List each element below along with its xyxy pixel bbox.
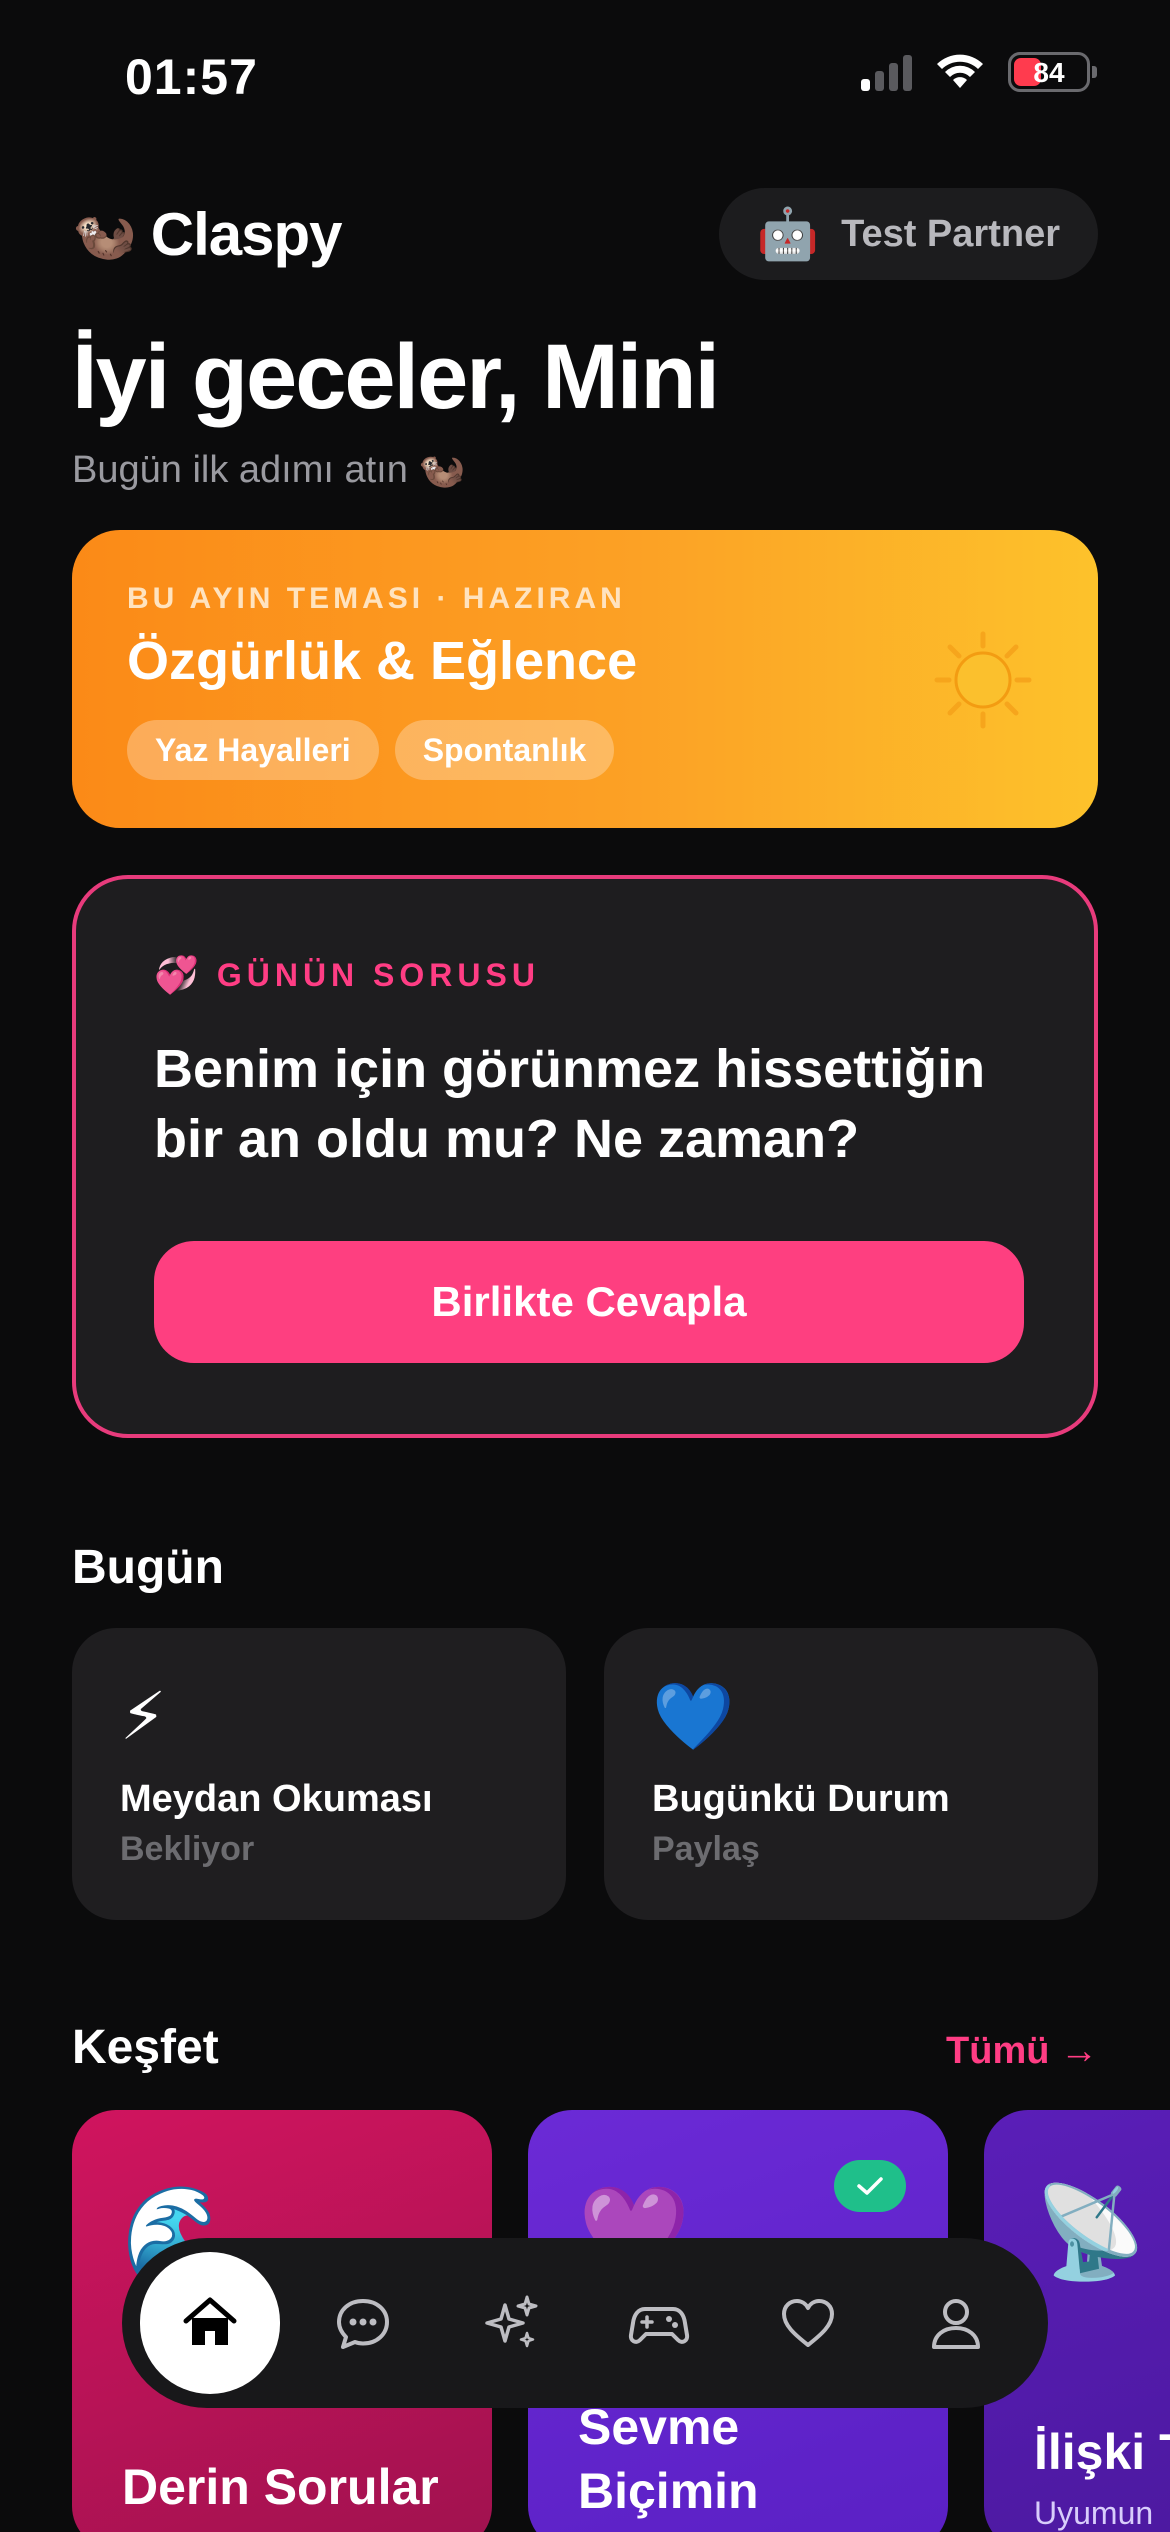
discover-card-title: Derin Sorular	[122, 2459, 439, 2515]
tab-chat[interactable]	[288, 2253, 436, 2393]
gamepad-icon	[629, 2307, 690, 2344]
daily-question-text: Benim için görünmez hissettiğin bir an o…	[154, 1039, 986, 1169]
challenge-status: Bekliyor	[120, 1830, 255, 1868]
discover-card-subtitle: Uyumun	[1034, 2495, 1154, 2531]
today-section-title: Bugün	[72, 1541, 224, 1594]
mood-status: Paylaş	[652, 1830, 760, 1868]
wifi-icon	[937, 54, 983, 88]
cellular-signal-icon	[861, 53, 912, 91]
partner-button[interactable]: 🤖 Test Partner	[718, 188, 1098, 280]
completed-check-icon	[834, 2160, 906, 2212]
greeting-title: İyi geceler, Mini	[72, 326, 720, 428]
battery-icon: 84	[1008, 52, 1097, 92]
answer-together-button[interactable]: Birlikte Cevapla	[154, 1241, 1024, 1363]
partner-label: Test Partner	[841, 212, 1060, 255]
challenge-title: Meydan Okuması	[120, 1778, 433, 1820]
theme-tag[interactable]: Spontanlık	[394, 720, 615, 780]
discover-card-title: Sevme Biçimin	[578, 2399, 759, 2519]
see-all-link[interactable]: Tümü →	[946, 2030, 1098, 2073]
tab-profile[interactable]	[882, 2253, 1030, 2393]
heart-icon	[781, 2299, 834, 2347]
lightning-icon: ⚡	[120, 1679, 167, 1753]
satellite-dish-icon: 📡	[1034, 2183, 1147, 2283]
app-brand: 🦦 Claspy	[72, 200, 343, 269]
theme-eyebrow: BU AYIN TEMASI · HAZIRAN	[127, 582, 626, 615]
theme-tags: Yaz Hayalleri Spontanlık	[127, 720, 615, 780]
daily-question-card: 💞 GÜNÜN SORUSU Benim için görünmez hisse…	[72, 875, 1098, 1438]
chat-icon	[336, 2299, 389, 2349]
challenge-card[interactable]: ⚡ Meydan Okuması Bekliyor	[72, 1628, 566, 1920]
monthly-theme-card[interactable]: BU AYIN TEMASI · HAZIRAN Özgürlük & Eğle…	[72, 530, 1098, 828]
sun-icon	[934, 631, 1032, 729]
tab-sparkles[interactable]	[437, 2253, 585, 2393]
theme-title: Özgürlük & Eğlence	[127, 631, 638, 691]
daily-question-eyebrow: 💞 GÜNÜN SORUSU	[154, 954, 540, 996]
battery-level: 84	[1033, 57, 1065, 88]
bottom-tab-bar	[122, 2238, 1048, 2408]
sparkles-icon	[485, 2295, 538, 2348]
tab-home[interactable]	[140, 2252, 281, 2394]
status-indicators: 84	[861, 52, 1097, 92]
mood-card[interactable]: 💙 Bugünkü Durum Paylaş	[604, 1628, 1098, 1920]
daily-question-label: GÜNÜN SORUSU	[216, 956, 540, 993]
two-hearts-icon: 💞	[154, 954, 199, 995]
app-name: Claspy	[150, 201, 343, 268]
greeting-subtitle: Bugün ilk adımı atın 🦦	[72, 449, 466, 491]
robot-icon: 🤖	[756, 205, 820, 262]
profile-icon	[931, 2299, 980, 2349]
otter-logo-icon: 🦦	[72, 206, 137, 264]
mood-title: Bugünkü Durum	[652, 1778, 950, 1820]
discover-card-title: İlişki T	[1034, 2424, 1170, 2480]
home-icon	[183, 2297, 237, 2345]
tab-games[interactable]	[585, 2253, 733, 2393]
status-time: 01:57	[125, 49, 258, 105]
theme-tag[interactable]: Yaz Hayalleri	[127, 720, 379, 780]
discover-section-title: Keşfet	[72, 2021, 219, 2074]
blue-heart-icon: 💙	[652, 1679, 735, 1753]
tab-favorites[interactable]	[733, 2253, 881, 2393]
home-screen: 01:57 84 🦦 Claspy 🤖 Test Partner İyi gec…	[0, 0, 1170, 2532]
